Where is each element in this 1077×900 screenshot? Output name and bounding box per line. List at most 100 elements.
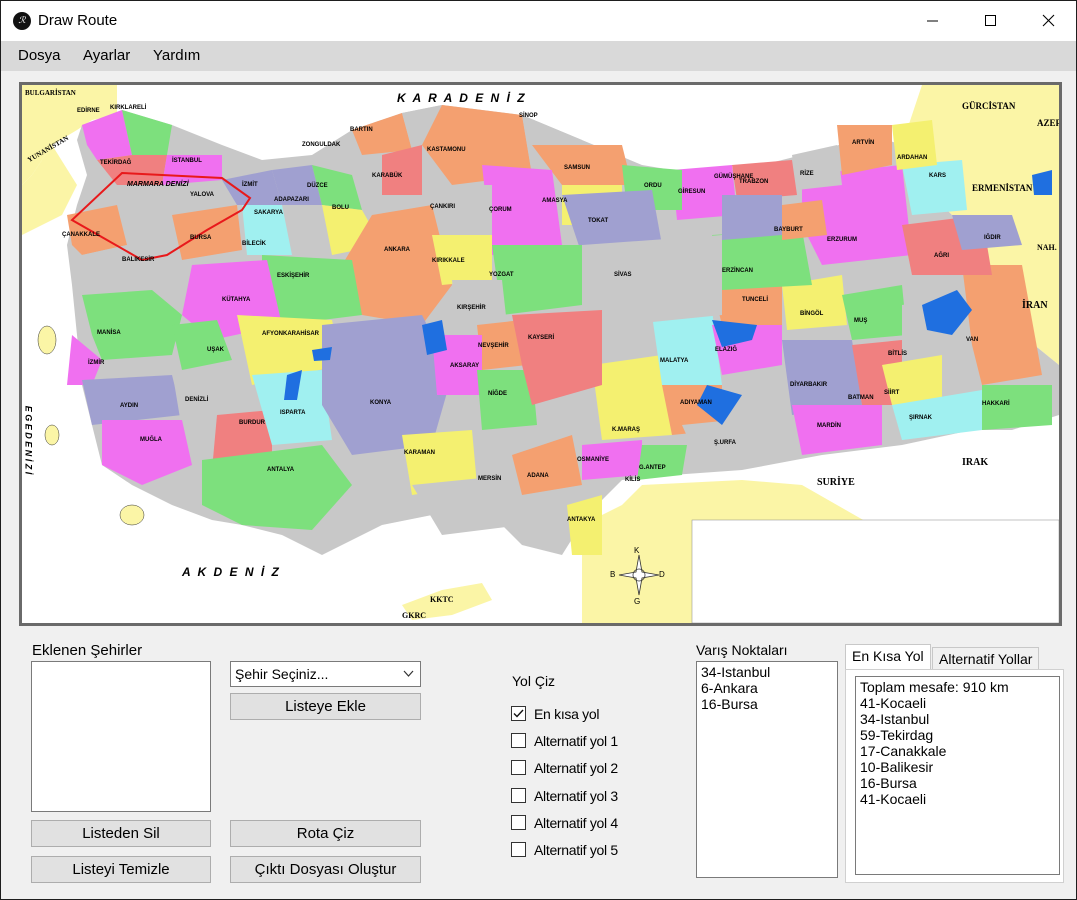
province-label: TUNCELİ bbox=[742, 297, 768, 303]
route-result-list[interactable]: Toplam mesafe: 910 km 41-Kocaeli 34-Ista… bbox=[855, 676, 1060, 875]
option-alt-route-2[interactable]: Alternatif yol 2 bbox=[511, 759, 671, 777]
province-label: EDİRNE bbox=[77, 108, 100, 114]
checkbox[interactable] bbox=[511, 706, 526, 721]
sea-label-south: A K D E N İ Z bbox=[182, 565, 281, 579]
province-label: KIRKLARELİ bbox=[110, 105, 147, 111]
option-label: Alternatif yol 1 bbox=[534, 733, 618, 749]
remove-from-list-button[interactable]: Listeden Sil bbox=[31, 820, 211, 847]
province-label: TEKİRDAĞ bbox=[100, 160, 132, 166]
province-gumushane bbox=[722, 195, 782, 240]
clear-list-button[interactable]: Listeyi Temizle bbox=[31, 856, 211, 883]
list-item: 17-Canakkale bbox=[860, 743, 947, 759]
tab-shortest-route[interactable]: En Kısa Yol bbox=[845, 644, 931, 670]
province-label: IĞDIR bbox=[984, 235, 1001, 241]
option-label: Alternatif yol 4 bbox=[534, 815, 618, 831]
province-label: NEVŞEHİR bbox=[478, 343, 509, 349]
province-label: MUŞ bbox=[854, 318, 868, 324]
province-kars bbox=[902, 160, 967, 215]
checkbox[interactable] bbox=[511, 815, 526, 830]
menu-bar: Dosya Ayarlar Yardım bbox=[1, 41, 1076, 71]
list-item[interactable]: 6-Ankara bbox=[701, 680, 833, 696]
menu-dosya[interactable]: Dosya bbox=[18, 47, 61, 64]
neighbor-label: AZER. bbox=[1037, 118, 1062, 128]
map-blank-area bbox=[691, 519, 1059, 623]
province-label: KIRŞEHİR bbox=[457, 305, 486, 311]
province-label: ERZİNCAN bbox=[722, 268, 753, 274]
menu-ayarlar[interactable]: Ayarlar bbox=[83, 47, 130, 64]
city-select-value: Şehir Seçiniz... bbox=[235, 666, 329, 682]
maximize-button[interactable] bbox=[962, 1, 1020, 41]
neighbor-label: İRAN bbox=[1022, 300, 1048, 311]
province-label: SAKARYA bbox=[254, 210, 283, 216]
province-label: KASTAMONU bbox=[427, 147, 466, 153]
option-alt-route-3[interactable]: Alternatif yol 3 bbox=[511, 787, 671, 805]
total-distance: Toplam mesafe: 910 km bbox=[860, 679, 1009, 695]
list-item[interactable]: 34-Istanbul bbox=[701, 664, 833, 680]
option-alt-route-5[interactable]: Alternatif yol 5 bbox=[511, 841, 671, 859]
chevron-down-icon bbox=[403, 670, 414, 677]
province-label: MALATYA bbox=[660, 358, 689, 364]
province-label: DİYARBAKIR bbox=[790, 382, 828, 388]
province-label: AYDIN bbox=[120, 403, 139, 409]
province-label: KIRIKKALE bbox=[432, 258, 465, 264]
list-item[interactable]: 16-Bursa bbox=[701, 696, 833, 712]
turkey-map[interactable]: K A R A D E N İ Z A K D E N İ Z MARMARA … bbox=[19, 82, 1062, 626]
draw-route-button[interactable]: Rota Çiz bbox=[230, 820, 421, 847]
option-shortest-route[interactable]: En kısa yol bbox=[511, 705, 671, 723]
province-label: BİLECİK bbox=[242, 241, 266, 247]
province-hatay bbox=[567, 495, 602, 555]
checkbox[interactable] bbox=[511, 760, 526, 775]
tab-alternative-routes[interactable]: Alternatif Yollar bbox=[932, 647, 1040, 671]
checkmark-icon bbox=[513, 709, 524, 718]
province-label: KÜTAHYA bbox=[222, 297, 251, 303]
option-alt-route-4[interactable]: Alternatif yol 4 bbox=[511, 814, 671, 832]
checkbox[interactable] bbox=[511, 842, 526, 857]
option-label: Alternatif yol 3 bbox=[534, 788, 618, 804]
province-label: İSTANBUL bbox=[172, 158, 202, 164]
checkbox[interactable] bbox=[511, 788, 526, 803]
checkbox[interactable] bbox=[511, 733, 526, 748]
create-output-file-button[interactable]: Çıktı Dosyası Oluştur bbox=[230, 856, 421, 883]
province-label: HAKKARİ bbox=[982, 401, 1010, 407]
neighbor-label: SURİYE bbox=[817, 477, 855, 488]
province-label: SAMSUN bbox=[564, 165, 591, 171]
compass-label-west: B bbox=[610, 570, 616, 579]
province-label: İZMİR bbox=[88, 360, 105, 366]
option-alt-route-1[interactable]: Alternatif yol 1 bbox=[511, 732, 671, 750]
province-hakkari bbox=[982, 385, 1052, 430]
province-label: ANTALYA bbox=[267, 467, 295, 473]
minimize-button[interactable] bbox=[904, 1, 962, 41]
list-item: 34-Istanbul bbox=[860, 711, 930, 727]
province-bayburt bbox=[782, 200, 827, 240]
province-rize bbox=[792, 145, 842, 190]
province-label: BARTIN bbox=[350, 127, 373, 133]
province-label: AFYONKARAHİSAR bbox=[262, 331, 319, 337]
island-rhodes bbox=[119, 504, 145, 526]
close-button[interactable] bbox=[1020, 1, 1077, 41]
province-label: AMASYA bbox=[542, 198, 568, 204]
app-window: ℛ Draw Route Dosya Ayarlar Yardım K A R … bbox=[0, 0, 1077, 900]
province-label: KİLİS bbox=[625, 477, 641, 483]
province-label: ADIYAMAN bbox=[680, 400, 712, 406]
province-mersin bbox=[412, 475, 522, 535]
sea-label-north: K A R A D E N İ Z bbox=[397, 91, 527, 105]
add-to-list-button[interactable]: Listeye Ekle bbox=[230, 693, 421, 720]
added-cities-list[interactable] bbox=[31, 661, 211, 812]
destinations-list[interactable]: 34-Istanbul 6-Ankara 16-Bursa bbox=[696, 661, 838, 878]
province-label: KARABÜK bbox=[372, 173, 403, 179]
province-label: ÇANKIRI bbox=[430, 204, 455, 210]
province-label: YOZGAT bbox=[489, 272, 514, 278]
minimize-icon bbox=[927, 20, 938, 22]
province-label: DÜZCE bbox=[307, 183, 328, 189]
city-select[interactable]: Şehir Seçiniz... bbox=[230, 661, 421, 687]
province-label: İZMİT bbox=[242, 182, 258, 188]
province-label: OSMANİYE bbox=[577, 457, 610, 463]
maximize-icon bbox=[985, 15, 996, 26]
menu-yardim[interactable]: Yardım bbox=[153, 47, 200, 64]
province-label: NİĞDE bbox=[488, 391, 508, 397]
option-label: En kısa yol bbox=[534, 706, 600, 722]
sea-label-west: E G E D E N İ Z İ bbox=[23, 405, 34, 475]
option-label: Alternatif yol 2 bbox=[534, 760, 618, 776]
province-label: YALOVA bbox=[190, 192, 215, 198]
title-bar[interactable]: ℛ Draw Route bbox=[1, 1, 1076, 41]
